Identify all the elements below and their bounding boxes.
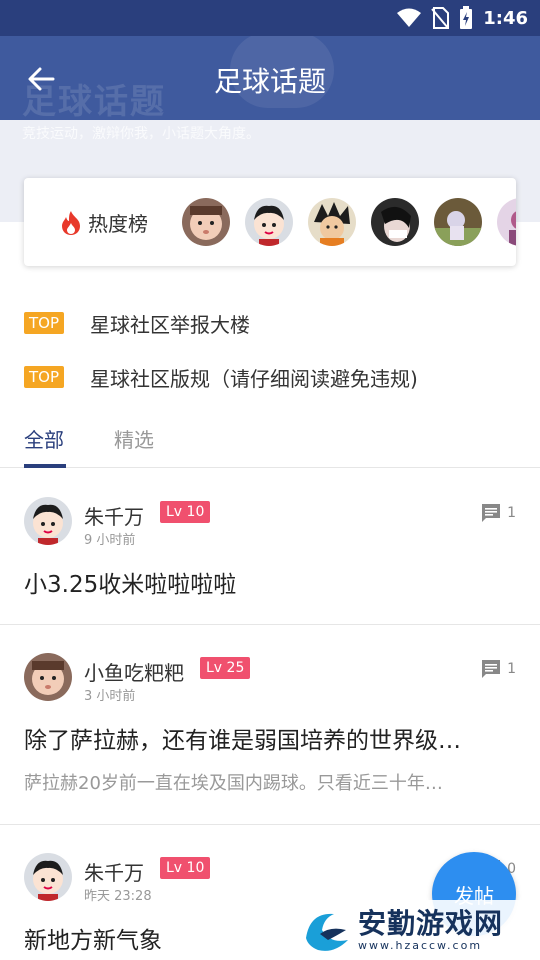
wifi-icon — [397, 8, 422, 27]
avatar[interactable] — [24, 497, 72, 545]
tab-featured[interactable]: 精选 — [114, 424, 154, 453]
post-time: 3 小时前 — [84, 689, 136, 704]
hot-ranking-card[interactable]: 热度榜 — [24, 178, 516, 266]
top-tag: TOP — [24, 366, 65, 388]
level-badge: Lv 10 — [160, 857, 211, 879]
watermark-text-group: 安勤游戏网 www.hzaccw.com — [358, 906, 504, 952]
banner-header: 足球话题 足球话题 — [0, 36, 540, 122]
author-name[interactable]: 朱千万 — [84, 857, 144, 886]
level-badge: Lv 10 — [160, 501, 211, 523]
watermark-logo-icon — [306, 913, 348, 951]
author-name[interactable]: 小鱼吃粑粑 — [84, 657, 184, 686]
hot-user-avatar[interactable] — [434, 198, 482, 246]
post-card[interactable]: 朱千万 Lv 10 9 小时前 1 小3.25收米啦啦啦啦 — [0, 469, 540, 625]
pinned-post-row[interactable]: TOP 星球社区版规（请仔细阅读避免违规) — [24, 350, 516, 404]
post-filter-tabs: 全部 精选 — [0, 418, 540, 468]
comment-count[interactable]: 1 — [481, 659, 516, 679]
post-title[interactable]: 小3.25收米啦啦啦啦 — [24, 565, 516, 599]
post-time: 昨天 23:28 — [84, 889, 152, 904]
page-title: 足球话题 — [213, 65, 326, 98]
comment-count-value: 1 — [507, 505, 516, 521]
pinned-posts: TOP 星球社区举报大楼 TOP 星球社区版规（请仔细阅读避免违规) — [24, 296, 516, 404]
no-sim-icon — [431, 7, 450, 29]
watermark-title: 安勤游戏网 — [358, 906, 504, 940]
post-time: 9 小时前 — [84, 533, 136, 548]
pinned-post-row[interactable]: TOP 星球社区举报大楼 — [24, 296, 516, 350]
hot-user-avatar[interactable] — [245, 198, 293, 246]
site-watermark: 安勤游戏网 www.hzaccw.com — [296, 900, 540, 960]
battery-charging-icon — [460, 6, 473, 29]
hot-user-avatar[interactable] — [308, 198, 356, 246]
hot-user-avatar[interactable] — [371, 198, 419, 246]
author-name[interactable]: 朱千万 — [84, 501, 144, 530]
post-excerpt: 萨拉赫20岁前一直在埃及国内踢球。只看近三十年… — [24, 773, 443, 794]
comment-count[interactable]: 1 — [481, 503, 516, 523]
tab-all[interactable]: 全部 — [24, 424, 64, 453]
hot-user-avatar[interactable] — [497, 198, 516, 246]
hot-ranking-label[interactable]: 热度榜 — [60, 208, 148, 237]
post-header: 朱千万 Lv 10 9 小时前 1 — [24, 497, 516, 549]
avatar[interactable] — [24, 853, 72, 901]
pinned-post-title: 星球社区版规（请仔细阅读避免违规) — [90, 366, 418, 391]
avatar[interactable] — [24, 653, 72, 701]
status-icons: 1:46 — [397, 6, 528, 30]
back-arrow-icon — [28, 67, 55, 91]
hot-user-avatar[interactable] — [182, 198, 230, 246]
post-title[interactable]: 除了萨拉赫，还有谁是弱国培养的世界级… — [24, 721, 516, 755]
comment-count-value: 1 — [507, 661, 516, 677]
watermark-url: www.hzaccw.com — [358, 938, 483, 952]
flame-icon — [62, 210, 80, 235]
comment-icon — [482, 504, 501, 522]
comment-icon — [482, 660, 501, 678]
post-card[interactable]: 小鱼吃粑粑 Lv 25 3 小时前 1 除了萨拉赫，还有谁是弱国培养的世界级… … — [0, 625, 540, 825]
active-tab-indicator — [24, 464, 66, 468]
clock: 1:46 — [483, 7, 528, 29]
pinned-post-title: 星球社区举报大楼 — [90, 312, 251, 337]
top-tag: TOP — [24, 312, 65, 334]
hot-ranking-text: 热度榜 — [88, 212, 148, 236]
hot-avatar-list — [182, 198, 516, 246]
back-button[interactable] — [24, 62, 58, 96]
banner-subtitle: 竞技运动，激辩你我，小话题大角度。 — [22, 126, 260, 142]
status-bar: 1:46 — [0, 0, 540, 36]
post-header: 小鱼吃粑粑 Lv 25 3 小时前 1 — [24, 653, 516, 705]
level-badge: Lv 25 — [200, 657, 251, 679]
